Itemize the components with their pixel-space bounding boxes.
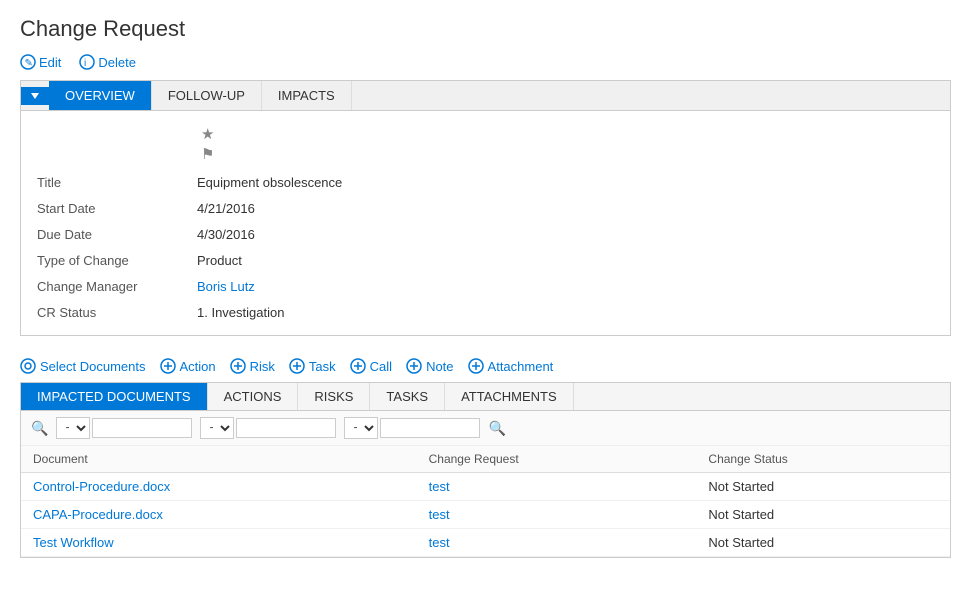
- filter-select-3[interactable]: ~: [344, 417, 378, 439]
- change-status-cell: Not Started: [696, 529, 950, 557]
- risk-label: Risk: [250, 359, 275, 374]
- attachment-label: Attachment: [488, 359, 554, 374]
- filter-input-3[interactable]: [380, 418, 480, 438]
- add-action-icon: [160, 358, 176, 374]
- filter-select-1[interactable]: ~: [56, 417, 90, 439]
- star-flag-area: ★ ⚑: [21, 121, 950, 169]
- table-row: CAPA-Procedure.docxtestNot Started: [21, 501, 950, 529]
- search-icon-left: 🔍: [31, 420, 48, 437]
- edit-label: Edit: [39, 55, 61, 70]
- filter-group-2: ~: [200, 417, 336, 439]
- add-attachment-icon: [468, 358, 484, 374]
- filter-input-1[interactable]: [92, 418, 192, 438]
- field-due-date: Due Date 4/30/2016: [21, 221, 950, 247]
- select-documents-label: Select Documents: [40, 359, 146, 374]
- star-icon[interactable]: ★: [201, 125, 950, 143]
- flag-icon[interactable]: ⚑: [201, 145, 950, 163]
- search-icon-right[interactable]: 🔍: [488, 420, 505, 437]
- document-cell[interactable]: CAPA-Procedure.docx: [21, 501, 417, 529]
- chevron-down-icon: [31, 93, 39, 99]
- edit-icon: ✎: [20, 54, 36, 70]
- sub-tab-actions[interactable]: ACTIONS: [208, 383, 299, 410]
- change-manager-link[interactable]: Boris Lutz: [197, 279, 255, 294]
- filter-input-2[interactable]: [236, 418, 336, 438]
- title-value: Equipment obsolescence: [197, 175, 342, 190]
- sub-tab-attachments[interactable]: ATTACHMENTS: [445, 383, 574, 410]
- col-change-request: Change Request: [417, 446, 697, 473]
- svg-text:✎: ✎: [25, 58, 33, 69]
- filter-select-2[interactable]: ~: [200, 417, 234, 439]
- impacted-documents-table: Document Change Request Change Status Co…: [21, 446, 950, 557]
- field-title: Title Equipment obsolescence: [21, 169, 950, 195]
- add-note-icon: [406, 358, 422, 374]
- action-bar: Select Documents Action Risk: [20, 350, 951, 382]
- field-cr-status: CR Status 1. Investigation: [21, 299, 950, 325]
- select-docs-icon: [20, 358, 36, 374]
- delete-button[interactable]: i Delete: [79, 54, 136, 70]
- col-change-status: Change Status: [696, 446, 950, 473]
- document-cell[interactable]: Control-Procedure.docx: [21, 473, 417, 501]
- main-tabs-bar: OVERVIEW FOLLOW-UP IMPACTS: [20, 80, 951, 111]
- add-action-button[interactable]: Action: [160, 358, 216, 374]
- change-request-cell[interactable]: test: [417, 501, 697, 529]
- add-risk-icon: [230, 358, 246, 374]
- field-change-manager: Change Manager Boris Lutz: [21, 273, 950, 299]
- select-documents-button[interactable]: Select Documents: [20, 358, 146, 374]
- field-start-date: Start Date 4/21/2016: [21, 195, 950, 221]
- field-type-of-change: Type of Change Product: [21, 247, 950, 273]
- tab-dropdown[interactable]: [21, 87, 49, 105]
- note-label: Note: [426, 359, 453, 374]
- add-task-button[interactable]: Task: [289, 358, 336, 374]
- top-toolbar: ✎ Edit i Delete: [20, 54, 951, 70]
- add-risk-button[interactable]: Risk: [230, 358, 275, 374]
- tab-overview[interactable]: OVERVIEW: [49, 81, 152, 110]
- add-call-icon: [350, 358, 366, 374]
- delete-label: Delete: [98, 55, 136, 70]
- change-request-cell[interactable]: test: [417, 529, 697, 557]
- tab-impacts[interactable]: IMPACTS: [262, 81, 352, 110]
- filter-group-1: ~: [56, 417, 192, 439]
- delete-icon: i: [79, 54, 95, 70]
- sub-tab-risks[interactable]: RISKS: [298, 383, 370, 410]
- due-date-value: 4/30/2016: [197, 227, 255, 242]
- action-label: Action: [180, 359, 216, 374]
- page-title: Change Request: [20, 16, 951, 42]
- call-label: Call: [370, 359, 392, 374]
- document-cell[interactable]: Test Workflow: [21, 529, 417, 557]
- cr-status-value: 1. Investigation: [197, 305, 284, 320]
- change-status-cell: Not Started: [696, 501, 950, 529]
- svg-text:i: i: [84, 58, 86, 69]
- col-document: Document: [21, 446, 417, 473]
- table-row: Control-Procedure.docxtestNot Started: [21, 473, 950, 501]
- filter-group-3: ~: [344, 417, 480, 439]
- change-status-cell: Not Started: [696, 473, 950, 501]
- tab-followup[interactable]: FOLLOW-UP: [152, 81, 262, 110]
- type-of-change-value: Product: [197, 253, 242, 268]
- overview-panel: ★ ⚑ Title Equipment obsolescence Start D…: [20, 111, 951, 336]
- add-call-button[interactable]: Call: [350, 358, 392, 374]
- add-note-button[interactable]: Note: [406, 358, 453, 374]
- table-row: Test WorkflowtestNot Started: [21, 529, 950, 557]
- table-container: 🔍 ~ ~ ~ 🔍: [20, 411, 951, 558]
- sub-tab-impacted-documents[interactable]: IMPACTED DOCUMENTS: [21, 383, 208, 410]
- filter-row: 🔍 ~ ~ ~ 🔍: [21, 411, 950, 446]
- start-date-value: 4/21/2016: [197, 201, 255, 216]
- sub-tabs-bar: IMPACTED DOCUMENTS ACTIONS RISKS TASKS A…: [20, 382, 951, 411]
- add-attachment-button[interactable]: Attachment: [468, 358, 554, 374]
- edit-button[interactable]: ✎ Edit: [20, 54, 61, 70]
- add-task-icon: [289, 358, 305, 374]
- change-request-cell[interactable]: test: [417, 473, 697, 501]
- sub-tab-tasks[interactable]: TASKS: [370, 383, 445, 410]
- task-label: Task: [309, 359, 336, 374]
